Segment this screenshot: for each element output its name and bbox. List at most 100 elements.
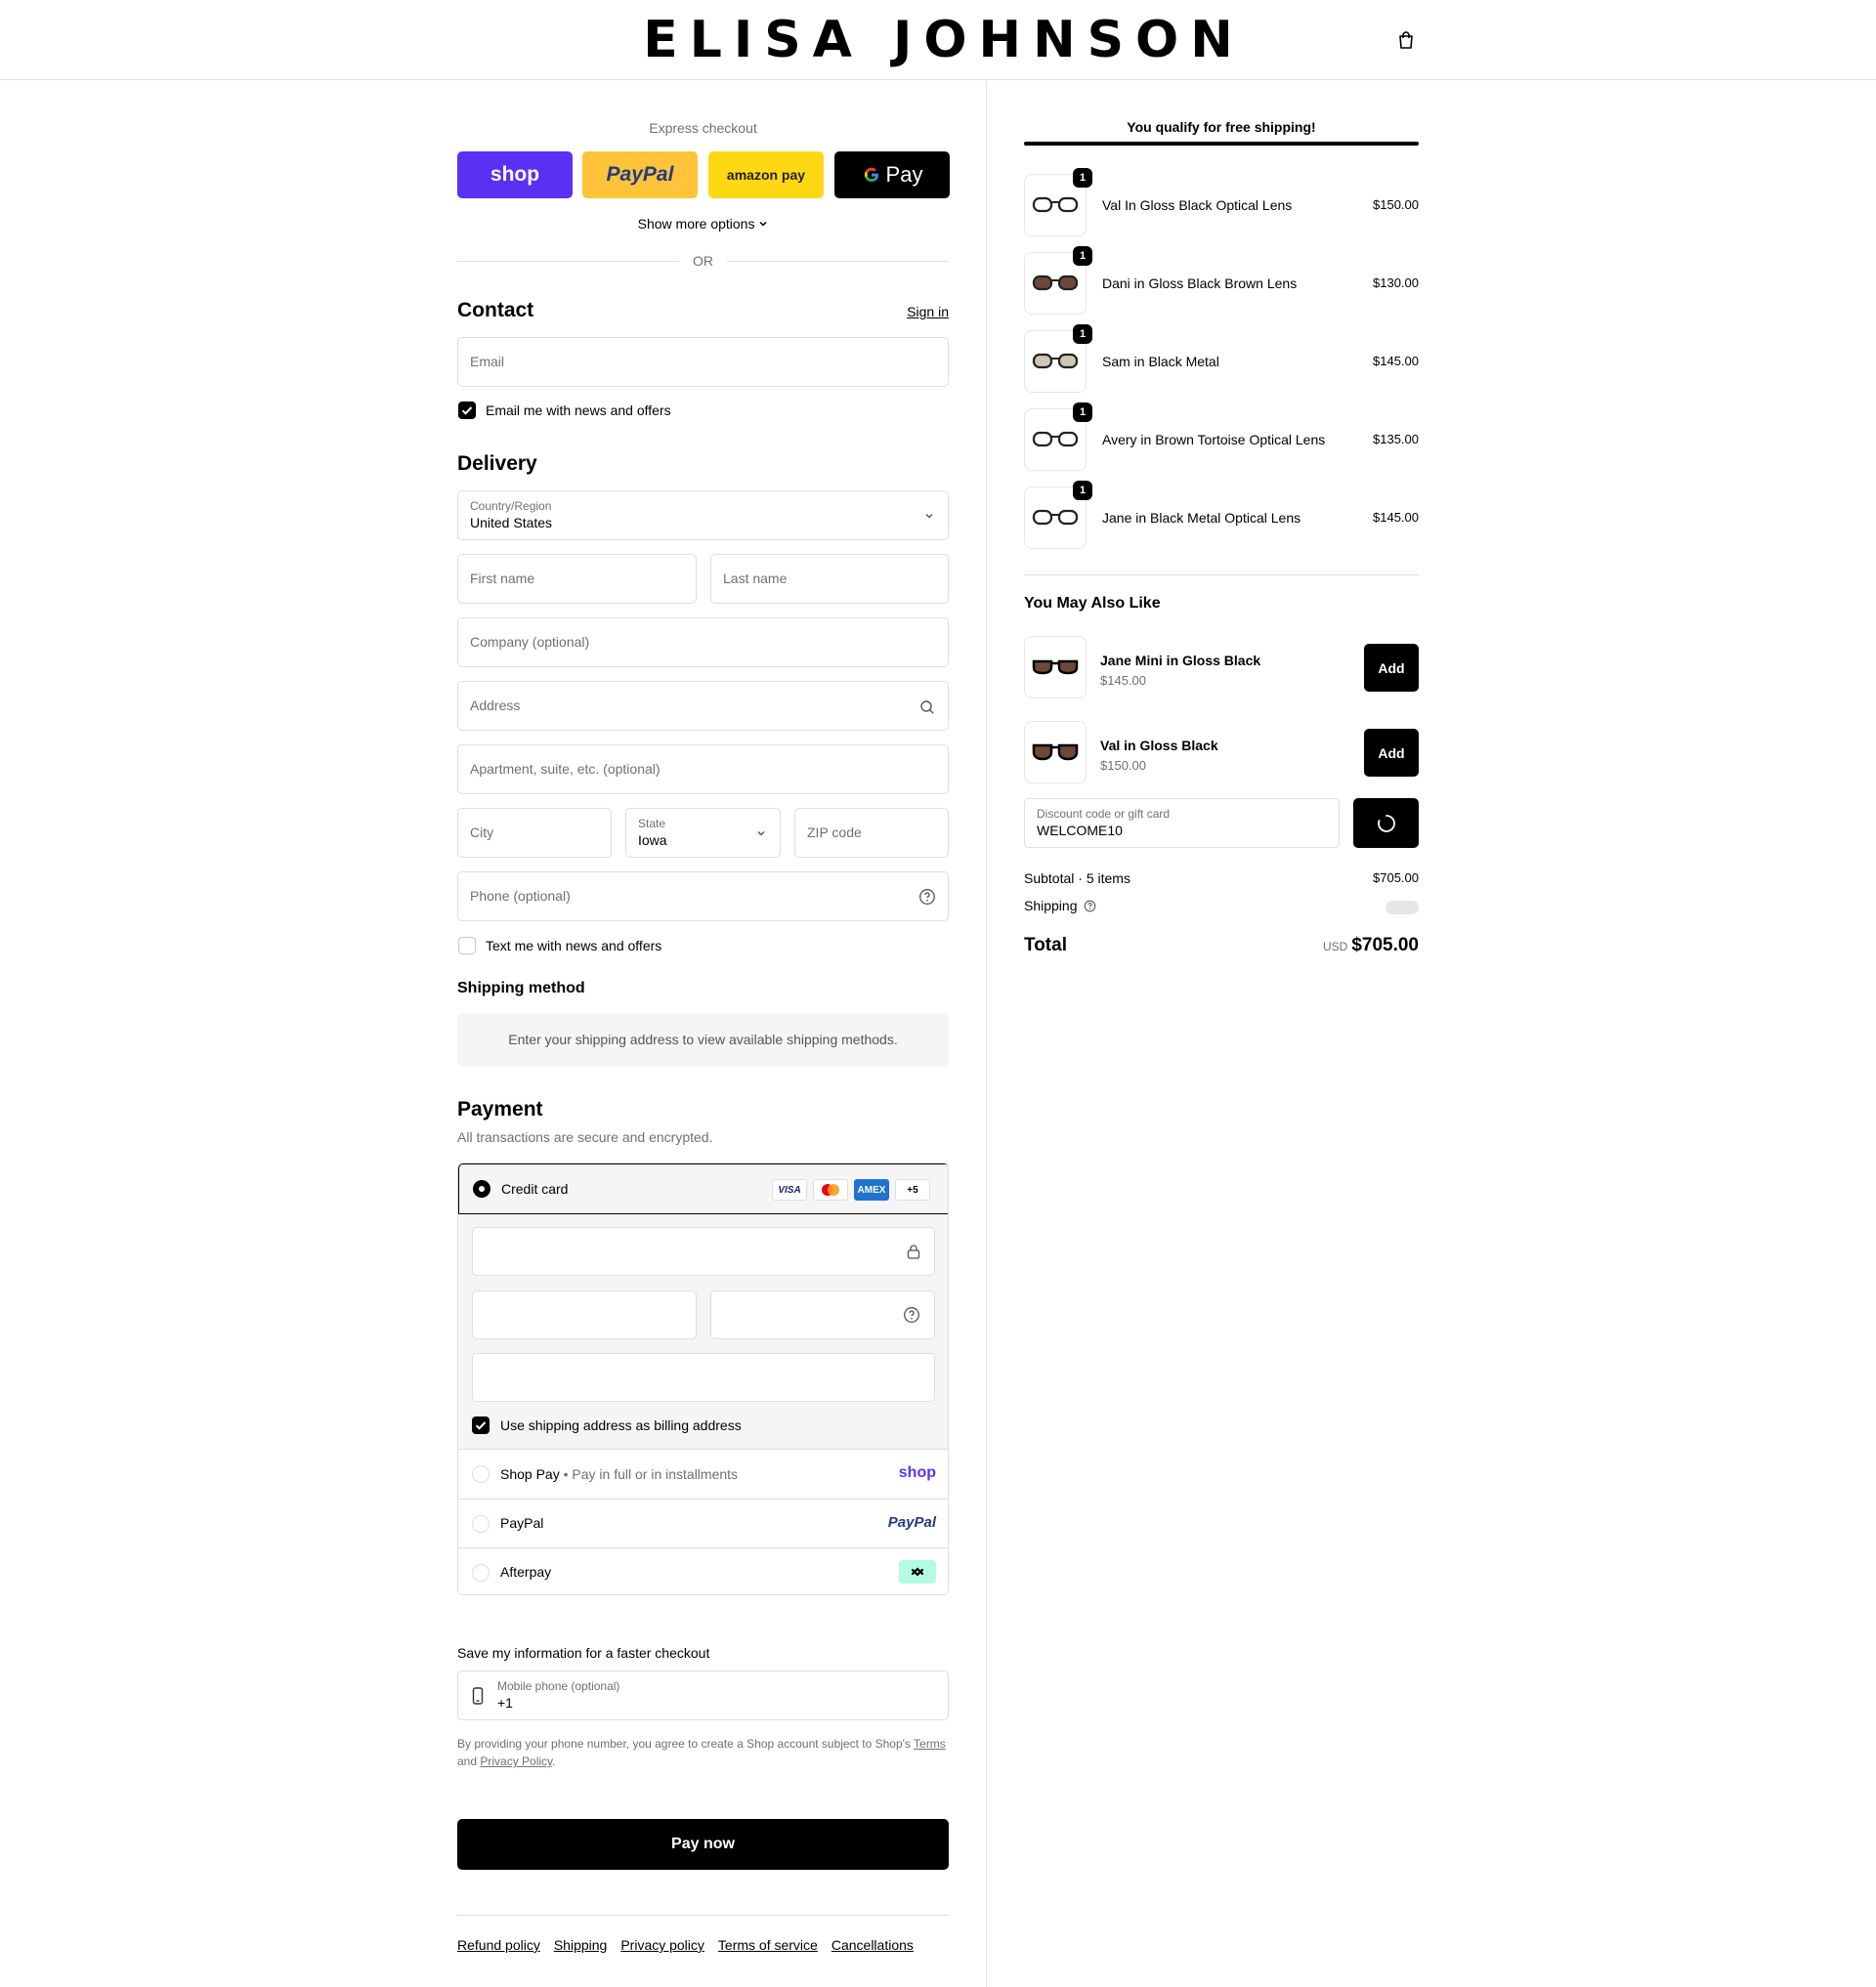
- footer-divider: [457, 1915, 949, 1916]
- city-placeholder: City: [470, 824, 494, 840]
- afterpay-label: Afterpay: [500, 1564, 552, 1580]
- footer-refund-policy[interactable]: Refund policy: [457, 1937, 540, 1953]
- amazon-pay-button[interactable]: amazon pay: [708, 151, 824, 198]
- total-row: Total USD $705.00: [1024, 935, 1419, 964]
- shopping-bag-icon[interactable]: [1396, 30, 1416, 50]
- add-button[interactable]: Add: [1364, 644, 1419, 692]
- email-offers-checkbox[interactable]: [458, 402, 476, 419]
- zip-placeholder: ZIP code: [807, 824, 862, 840]
- glasses-icon: [1032, 353, 1079, 369]
- upsell-item: Jane Mini in Gloss Black $145.00 Add: [1024, 636, 1419, 700]
- more-cards-badge: +5: [895, 1179, 930, 1201]
- upsell-item: Val in Gloss Black $150.00 Add: [1024, 721, 1419, 785]
- chevron-down-icon: [925, 514, 933, 519]
- mastercard-icon: [813, 1179, 848, 1201]
- payment-subtitle: All transactions are secure and encrypte…: [457, 1129, 713, 1145]
- apartment-field[interactable]: Apartment, suite, etc. (optional): [457, 744, 949, 794]
- help-icon[interactable]: [1084, 900, 1096, 912]
- card-number-field[interactable]: [472, 1227, 935, 1276]
- pay-now-button[interactable]: Pay now: [457, 1819, 949, 1870]
- upsell-price: $150.00: [1100, 758, 1146, 773]
- legal-and: and: [457, 1754, 478, 1768]
- address-field[interactable]: Address: [457, 681, 949, 731]
- city-field[interactable]: City: [457, 808, 612, 858]
- phone-placeholder: Phone (optional): [470, 888, 571, 904]
- country-select[interactable]: Country/Region United States: [457, 490, 949, 540]
- first-name-field[interactable]: First name: [457, 554, 697, 604]
- footer-shipping[interactable]: Shipping: [554, 1937, 608, 1953]
- paypal-logo: PayPal: [887, 1514, 936, 1531]
- credit-card-radio[interactable]: [473, 1180, 490, 1198]
- brand-logo[interactable]: ELISA JOHNSON: [0, 13, 1876, 67]
- lock-icon: [907, 1245, 920, 1259]
- email-field[interactable]: Email: [457, 337, 949, 387]
- afterpay-option[interactable]: Afterpay: [458, 1547, 948, 1594]
- product-thumbnail: [1024, 636, 1087, 698]
- help-icon[interactable]: [918, 888, 936, 906]
- total-value: $705.00: [1351, 935, 1419, 955]
- paypal-option[interactable]: PayPal PayPal: [458, 1499, 948, 1547]
- currency-code: USD: [1322, 940, 1348, 953]
- sign-in-link[interactable]: Sign in: [907, 304, 949, 319]
- footer-terms-of-service[interactable]: Terms of service: [718, 1937, 818, 1953]
- footer-links: Refund policy Shipping Privacy policy Te…: [457, 1937, 914, 1953]
- last-name-placeholder: Last name: [723, 571, 788, 586]
- text-offers-checkbox[interactable]: [458, 937, 476, 954]
- discount-code-field[interactable]: Discount code or gift card WELCOME10: [1024, 798, 1340, 848]
- item-name: Sam in Black Metal: [1102, 354, 1219, 369]
- phone-field[interactable]: Phone (optional): [457, 871, 949, 921]
- paypal-button[interactable]: PayPal: [582, 151, 698, 198]
- google-pay-button[interactable]: Pay: [834, 151, 950, 198]
- header: ELISA JOHNSON: [0, 0, 1876, 80]
- sunglasses-icon: [1032, 743, 1079, 761]
- shop-pay-option[interactable]: Shop Pay • Pay in full or in installment…: [458, 1450, 948, 1499]
- shop-pay-radio[interactable]: [472, 1465, 490, 1483]
- first-name-placeholder: First name: [470, 571, 535, 586]
- mobile-phone-field[interactable]: Mobile phone (optional) +1: [457, 1670, 949, 1720]
- payment-methods: Credit card VISA AMEX +5 Use shipping ad…: [457, 1163, 949, 1595]
- item-price: $145.00: [1373, 354, 1419, 368]
- help-icon[interactable]: [903, 1306, 920, 1324]
- terms-link[interactable]: Terms: [914, 1737, 946, 1751]
- security-code-field[interactable]: [710, 1290, 935, 1339]
- item-name: Jane in Black Metal Optical Lens: [1102, 510, 1301, 526]
- upsell-name: Jane Mini in Gloss Black: [1100, 653, 1261, 668]
- amex-icon: AMEX: [854, 1179, 889, 1201]
- footer-privacy-policy[interactable]: Privacy policy: [620, 1937, 704, 1953]
- item-price: $130.00: [1373, 275, 1419, 290]
- add-button[interactable]: Add: [1364, 729, 1419, 777]
- also-like-heading: You May Also Like: [1024, 595, 1161, 612]
- product-thumbnail: [1024, 721, 1087, 783]
- billing-same-checkbox[interactable]: [472, 1416, 490, 1434]
- chevron-down-icon: [759, 221, 767, 227]
- loading-spinner-icon: [1377, 814, 1395, 832]
- upsell-price: $145.00: [1100, 673, 1146, 688]
- zip-field[interactable]: ZIP code: [794, 808, 949, 858]
- free-shipping-progress: [1024, 142, 1419, 146]
- summary-divider: [1024, 574, 1419, 575]
- more-cards-label: +5: [907, 1184, 918, 1196]
- shop-pay-button[interactable]: shop: [457, 151, 573, 198]
- name-on-card-field[interactable]: [472, 1353, 935, 1402]
- credit-card-option[interactable]: Credit card VISA AMEX +5: [458, 1163, 948, 1214]
- last-name-field[interactable]: Last name: [710, 554, 949, 604]
- privacy-link[interactable]: Privacy Policy: [480, 1754, 552, 1768]
- cart-item: 1 Dani in Gloss Black Brown Lens $130.00: [1024, 246, 1419, 315]
- show-more-options[interactable]: Show more options: [457, 216, 949, 232]
- footer-cancellations[interactable]: Cancellations: [831, 1937, 914, 1953]
- state-select[interactable]: State Iowa: [625, 808, 781, 858]
- company-field[interactable]: Company (optional): [457, 617, 949, 667]
- expiration-date-field[interactable]: [472, 1290, 697, 1339]
- item-price: $150.00: [1373, 197, 1419, 212]
- afterpay-logo-icon: [899, 1560, 936, 1584]
- item-name: Dani in Gloss Black Brown Lens: [1102, 275, 1298, 291]
- paypal-logo: PayPal: [606, 163, 674, 186]
- afterpay-radio[interactable]: [472, 1564, 490, 1582]
- paypal-radio[interactable]: [472, 1515, 490, 1533]
- apply-discount-button[interactable]: [1353, 798, 1419, 848]
- shipping-label: Shipping: [1024, 898, 1078, 913]
- address-placeholder: Address: [470, 698, 521, 713]
- checkmark-icon: [461, 406, 473, 415]
- or-separator: OR: [693, 253, 713, 269]
- mobile-phone-icon: [472, 1687, 484, 1705]
